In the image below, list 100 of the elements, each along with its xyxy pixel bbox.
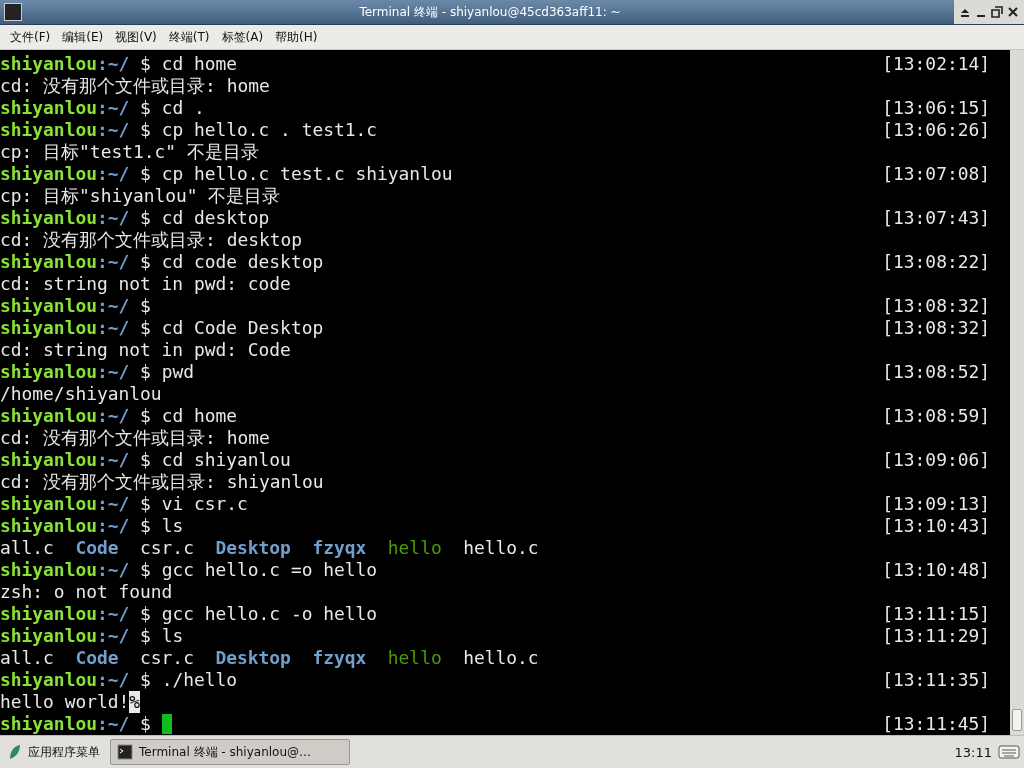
- output-text: cp: 目标"test1.c" 不是目录: [0, 141, 259, 163]
- command-text: ls: [161, 515, 184, 537]
- timestamp: [13:09:06]: [882, 449, 990, 471]
- output-text: hello world!: [0, 691, 130, 713]
- output-text: cd: string not in pwd: Code: [0, 339, 291, 361]
- menu-item[interactable]: 编辑(E): [56, 28, 110, 46]
- close-icon[interactable]: [1006, 5, 1020, 19]
- command-text: cd code desktop: [161, 251, 324, 273]
- timestamp: [13:11:29]: [882, 625, 990, 647]
- timestamp: [13:08:32]: [882, 317, 990, 339]
- menu-item[interactable]: 标签(A): [215, 28, 270, 46]
- file-name: fzyqx: [312, 647, 367, 669]
- file-name: all.c: [0, 537, 54, 559]
- prompt-sign: $: [140, 251, 151, 273]
- file-name: hello: [387, 537, 442, 559]
- prompt-path: :~/: [96, 405, 130, 427]
- timestamp: [13:08:22]: [882, 251, 990, 273]
- command-text: cd desktop: [161, 207, 270, 229]
- command-text: cd shiyanlou: [161, 449, 291, 471]
- prompt-path: :~/: [96, 559, 130, 581]
- output-text: cp: 目标"shiyanlou" 不是目录: [0, 185, 281, 207]
- prompt-sign: $: [140, 163, 151, 185]
- timestamp: [13:10:48]: [882, 559, 990, 581]
- menu-item[interactable]: 帮助(H): [269, 28, 324, 46]
- timestamp: [13:06:15]: [882, 97, 990, 119]
- prompt-sign: $: [140, 361, 151, 383]
- prompt-sign: $: [140, 603, 151, 625]
- prompt-user: shiyanlou: [0, 405, 97, 427]
- file-name: Code: [75, 537, 119, 559]
- menu-item[interactable]: 文件(F): [4, 28, 57, 46]
- scrollbar[interactable]: [1010, 50, 1024, 735]
- end-of-line-mark: %: [129, 691, 141, 713]
- prompt-sign: $: [140, 625, 151, 647]
- prompt-sign: $: [140, 559, 151, 581]
- timestamp: [13:11:15]: [882, 603, 990, 625]
- command-text: ls: [161, 625, 184, 647]
- prompt-path: :~/: [96, 713, 130, 735]
- prompt-sign: $: [140, 669, 151, 691]
- output-text: cd: 没有那个文件或目录: home: [0, 427, 270, 449]
- prompt-user: shiyanlou: [0, 713, 97, 735]
- prompt-user: shiyanlou: [0, 625, 97, 647]
- terminal-icon: [4, 3, 22, 21]
- file-name: Desktop: [215, 647, 291, 669]
- prompt-path: :~/: [96, 625, 130, 647]
- keyboard-icon[interactable]: [998, 743, 1020, 761]
- task-button[interactable]: Terminal 终端 - shiyanlou@…: [110, 739, 350, 765]
- prompt-sign: $: [140, 207, 151, 229]
- prompt-sign: $: [140, 449, 151, 471]
- window-title: Terminal 终端 - shiyanlou@45cd363aff11: ~: [358, 3, 622, 21]
- timestamp: [13:06:26]: [882, 119, 990, 141]
- file-name: Desktop: [215, 537, 291, 559]
- command-text: cp hello.c . test1.c: [161, 119, 378, 141]
- timestamp: [13:08:32]: [882, 295, 990, 317]
- prompt-user: shiyanlou: [0, 295, 97, 317]
- file-name: Code: [75, 647, 119, 669]
- prompt-path: :~/: [96, 119, 130, 141]
- prompt-path: :~/: [96, 163, 130, 185]
- prompt-sign: $: [140, 119, 151, 141]
- command-text: vi csr.c: [161, 493, 248, 515]
- prompt-path: :~/: [96, 603, 130, 625]
- clock: 13:11: [954, 744, 992, 760]
- timestamp: [13:08:52]: [882, 361, 990, 383]
- command-text: cd .: [161, 97, 205, 119]
- command-text: pwd: [161, 361, 194, 383]
- prompt-user: shiyanlou: [0, 207, 97, 229]
- command-text: ./hello: [161, 669, 238, 691]
- output-text: cd: string not in pwd: code: [0, 273, 291, 295]
- prompt-sign: $: [140, 493, 151, 515]
- menu-item[interactable]: 视图(V): [109, 28, 163, 46]
- file-name: csr.c: [140, 647, 194, 669]
- output-text: cd: 没有那个文件或目录: home: [0, 75, 270, 97]
- prompt-sign: $: [140, 713, 151, 735]
- prompt-user: shiyanlou: [0, 449, 97, 471]
- output-text: /home/shiyanlou: [0, 383, 162, 405]
- prompt-path: :~/: [96, 207, 130, 229]
- prompt-path: :~/: [96, 317, 130, 339]
- prompt-path: :~/: [96, 295, 130, 317]
- prompt-user: shiyanlou: [0, 559, 97, 581]
- output-text: cd: 没有那个文件或目录: shiyanlou: [0, 471, 324, 493]
- prompt-path: :~/: [96, 669, 130, 691]
- prompt-path: :~/: [96, 53, 130, 75]
- command-text: cd home: [161, 53, 238, 75]
- prompt-path: :~/: [96, 449, 130, 471]
- prompt-path: :~/: [96, 493, 130, 515]
- maximize-icon[interactable]: [990, 5, 1004, 19]
- prompt-sign: $: [140, 405, 151, 427]
- timestamp: [13:09:13]: [882, 493, 990, 515]
- timestamp: [13:07:08]: [882, 163, 990, 185]
- file-name: fzyqx: [312, 537, 367, 559]
- prompt-path: :~/: [96, 361, 130, 383]
- menu-item[interactable]: 终端(T): [162, 28, 216, 46]
- command-text: cp hello.c test.c shiyanlou: [161, 163, 453, 185]
- prompt-user: shiyanlou: [0, 603, 97, 625]
- app-menu-button[interactable]: 应用程序菜单: [4, 743, 104, 761]
- prompt-user: shiyanlou: [0, 251, 97, 273]
- command-text: gcc hello.c =o hello: [161, 559, 378, 581]
- command-text: cd Code Desktop: [161, 317, 324, 339]
- timestamp: [13:10:43]: [882, 515, 990, 537]
- prompt-sign: $: [140, 97, 151, 119]
- prompt-path: :~/: [96, 251, 130, 273]
